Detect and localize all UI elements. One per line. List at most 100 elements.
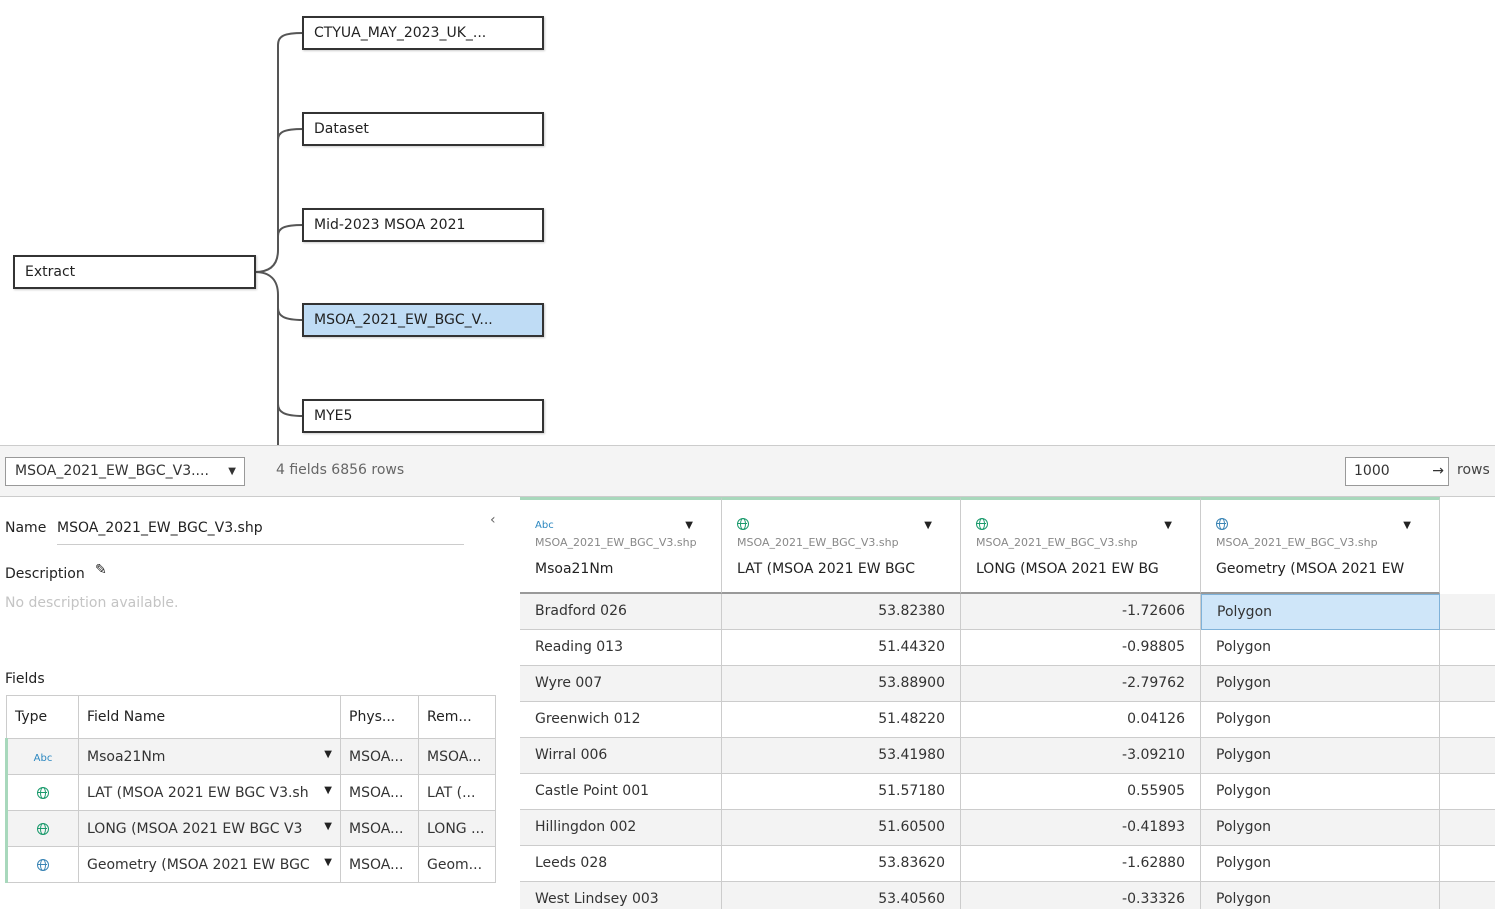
table-cell[interactable]: 53.83620 xyxy=(722,846,961,882)
description-text[interactable]: No description available. xyxy=(5,595,178,611)
fields-table: Type Field Name Phys... Rem... Abc Msoa21Nm ▼… xyxy=(5,695,496,883)
chevron-down-icon[interactable]: ▼ xyxy=(324,785,332,796)
chevron-down-icon[interactable]: ▼ xyxy=(1403,520,1411,531)
table-cell[interactable]: Polygon xyxy=(1201,630,1440,666)
table-cell[interactable]: 51.60500 xyxy=(722,810,961,846)
column-header[interactable]: ▼ MSOA_2021_EW_BGC_V3.shp LAT (MSOA 2021 E… xyxy=(722,497,961,594)
column-source: MSOA_2021_EW_BGC_V3.shp xyxy=(976,536,1138,549)
remote-name: Geom... xyxy=(418,846,496,883)
table-cell[interactable]: -0.41893 xyxy=(961,810,1201,846)
table-cell[interactable]: -0.98805 xyxy=(961,630,1201,666)
column-source: MSOA_2021_EW_BGC_V3.shp xyxy=(737,536,899,549)
table-cell[interactable]: 53.88900 xyxy=(722,666,961,702)
chevron-down-icon[interactable]: ▼ xyxy=(324,749,332,760)
table-row[interactable]: Bradford 026 53.82380 -1.72606 Polygon xyxy=(520,594,1495,630)
remote-name: LAT (... xyxy=(418,774,496,811)
table-cell[interactable]: Polygon xyxy=(1201,702,1440,738)
column-name: LAT (MSOA 2021 EW BGC xyxy=(737,561,916,577)
table-cell[interactable]: 51.48220 xyxy=(722,702,961,738)
table-cell[interactable]: Polygon xyxy=(1201,810,1440,846)
flow-node-extract[interactable]: Extract xyxy=(13,255,256,289)
remote-name: MSOA... xyxy=(418,738,496,775)
col-type[interactable]: Type xyxy=(6,695,79,739)
table-cell[interactable]: 51.57180 xyxy=(722,774,961,810)
table-cell[interactable]: 0.55905 xyxy=(961,774,1201,810)
physical-name: MSOA... xyxy=(340,774,419,811)
table-cell[interactable]: Hillingdon 002 xyxy=(520,810,722,846)
table-cell[interactable]: Castle Point 001 xyxy=(520,774,722,810)
table-cell[interactable]: Greenwich 012 xyxy=(520,702,722,738)
table-row[interactable]: Wyre 007 53.88900 -2.79762 Polygon xyxy=(520,666,1495,702)
field-name: Geometry (MSOA 2021 EW BGC xyxy=(87,856,310,873)
table-cell[interactable]: Polygon xyxy=(1201,738,1440,774)
column-header[interactable]: Abc ▼ MSOA_2021_EW_BGC_V3.shp Msoa21Nm xyxy=(520,497,722,594)
column-header[interactable]: ▼ MSOA_2021_EW_BGC_V3.shp Geometry (MSOA 2… xyxy=(1201,497,1440,594)
col-physical[interactable]: Phys... xyxy=(340,695,419,739)
rows-input[interactable]: 1000 → xyxy=(1345,457,1449,486)
chevron-down-icon[interactable]: ▼ xyxy=(924,520,932,531)
string-type-icon: Abc xyxy=(33,752,53,764)
table-cell[interactable]: Reading 013 xyxy=(520,630,722,666)
col-remote[interactable]: Rem... xyxy=(418,695,496,739)
table-cell[interactable]: -1.62880 xyxy=(961,846,1201,882)
chevron-down-icon[interactable]: ▼ xyxy=(324,821,332,832)
table-cell[interactable]: Bradford 026 xyxy=(520,594,722,630)
flow-node[interactable]: CTYUA_MAY_2023_UK_... xyxy=(302,16,544,50)
table-cell[interactable]: 51.44320 xyxy=(722,630,961,666)
field-row[interactable]: Abc Msoa21Nm ▼ MSOA... MSOA... xyxy=(5,738,496,775)
toolbar: MSOA_2021_EW_BGC_V3.... ▼ 4 fields 6856 r… xyxy=(0,445,1495,497)
chevron-down-icon[interactable]: ▼ xyxy=(1164,520,1172,531)
flow-node-selected[interactable]: MSOA_2021_EW_BGC_V... xyxy=(302,303,544,337)
table-cell[interactable]: Polygon xyxy=(1201,774,1440,810)
arrow-right-icon[interactable]: → xyxy=(1432,458,1444,485)
flow-node[interactable]: MYE5 xyxy=(302,399,544,433)
table-cell[interactable]: West Lindsey 003 xyxy=(520,882,722,909)
globe-icon xyxy=(737,518,749,530)
geometry-globe-icon xyxy=(37,858,49,871)
column-source: MSOA_2021_EW_BGC_V3.shp xyxy=(535,536,697,549)
table-cell[interactable]: -2.79762 xyxy=(961,666,1201,702)
physical-name: MSOA... xyxy=(340,810,419,847)
field-row[interactable]: Geometry (MSOA 2021 EW BGC ▼ MSOA... Geom..… xyxy=(5,846,496,883)
field-row[interactable]: LONG (MSOA 2021 EW BGC V3 ▼ MSOA... LONG ..… xyxy=(5,810,496,847)
table-row[interactable]: Reading 013 51.44320 -0.98805 Polygon xyxy=(520,630,1495,666)
table-cell[interactable]: Wyre 007 xyxy=(520,666,722,702)
table-row[interactable]: Castle Point 001 51.57180 0.55905 Polygon xyxy=(520,774,1495,810)
column-name: LONG (MSOA 2021 EW BG xyxy=(976,561,1159,577)
table-cell[interactable]: Polygon xyxy=(1201,666,1440,702)
table-cell[interactable]: 0.04126 xyxy=(961,702,1201,738)
name-field[interactable]: MSOA_2021_EW_BGC_V3.shp xyxy=(57,520,464,545)
chevron-down-icon[interactable]: ▼ xyxy=(324,857,332,868)
column-source: MSOA_2021_EW_BGC_V3.shp xyxy=(1216,536,1378,549)
table-cell[interactable]: -3.09210 xyxy=(961,738,1201,774)
field-name: LONG (MSOA 2021 EW BGC V3 xyxy=(87,820,303,837)
string-type-icon: Abc xyxy=(535,520,554,531)
table-cell[interactable]: 53.41980 xyxy=(722,738,961,774)
col-field-name[interactable]: Field Name xyxy=(78,695,341,739)
pencil-icon[interactable]: ✎ xyxy=(95,562,107,578)
chevron-down-icon: ▼ xyxy=(228,466,236,477)
table-row[interactable]: Wirral 006 53.41980 -3.09210 Polygon xyxy=(520,738,1495,774)
table-row[interactable]: Greenwich 012 51.48220 0.04126 Polygon xyxy=(520,702,1495,738)
table-row[interactable]: Leeds 028 53.83620 -1.62880 Polygon xyxy=(520,846,1495,882)
table-cell[interactable]: Polygon xyxy=(1201,594,1440,630)
table-cell[interactable]: 53.40560 xyxy=(722,882,961,909)
flow-node[interactable]: Mid-2023 MSOA 2021 xyxy=(302,208,544,242)
field-row[interactable]: LAT (MSOA 2021 EW BGC V3.sh ▼ MSOA... LAT (… xyxy=(5,774,496,811)
table-select[interactable]: MSOA_2021_EW_BGC_V3.... ▼ xyxy=(5,457,245,486)
table-cell[interactable]: 53.82380 xyxy=(722,594,961,630)
table-cell[interactable]: -1.72606 xyxy=(961,594,1201,630)
table-cell[interactable]: Polygon xyxy=(1201,882,1440,909)
table-cell[interactable]: Wirral 006 xyxy=(520,738,722,774)
table-cell[interactable]: Polygon xyxy=(1201,846,1440,882)
remote-name: LONG ... xyxy=(418,810,496,847)
collapse-icon[interactable]: ‹ xyxy=(490,512,496,528)
chevron-down-icon[interactable]: ▼ xyxy=(685,520,693,531)
table-cell[interactable]: -0.33326 xyxy=(961,882,1201,909)
table-row[interactable]: West Lindsey 003 53.40560 -0.33326 Polygon xyxy=(520,882,1495,909)
column-header[interactable]: ▼ MSOA_2021_EW_BGC_V3.shp LONG (MSOA 2021 … xyxy=(961,497,1201,594)
table-row[interactable]: Hillingdon 002 51.60500 -0.41893 Polygon xyxy=(520,810,1495,846)
table-cell[interactable]: Leeds 028 xyxy=(520,846,722,882)
globe-icon xyxy=(976,518,988,530)
flow-node[interactable]: Dataset xyxy=(302,112,544,146)
